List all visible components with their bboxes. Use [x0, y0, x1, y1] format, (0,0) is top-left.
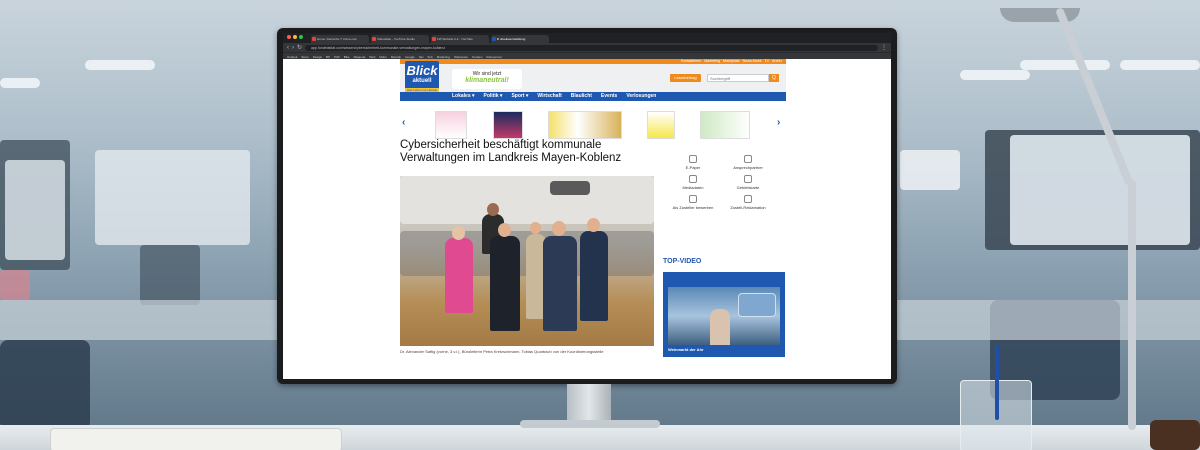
nav-item-politik[interactable]: Politik ▾	[484, 92, 503, 101]
papers	[50, 428, 342, 450]
browser-tab[interactable]: FW Website 0-2 - YouTube	[431, 35, 489, 43]
coffee-cup	[1150, 420, 1200, 450]
map-icon	[744, 175, 752, 183]
sidebar-item-map[interactable]: Gebietskarte	[718, 175, 778, 190]
search-icon[interactable]: Q	[769, 74, 779, 82]
person-icon	[689, 195, 697, 203]
video-caption: Weinmarkt der Ahr	[668, 347, 704, 352]
chevron-left-icon[interactable]: ‹	[402, 117, 405, 128]
browser-tab[interactable]: Videodatei - YouTube Studio	[371, 35, 429, 43]
ad-tile[interactable]	[700, 111, 750, 139]
climate-banner[interactable]: Wir sind jetzt klimaneutral!	[452, 69, 522, 89]
browser-tab-active[interactable]: B urlaubsentwicklung	[491, 35, 549, 43]
photo-caption: Dr. Alexander Saftig (vorne, 3.v.l.), Bü…	[400, 349, 604, 354]
nav-item-events[interactable]: Events	[601, 92, 617, 101]
bookmark-item[interactable]: Web	[369, 55, 375, 59]
ad-tile[interactable]	[493, 111, 523, 139]
browser-tab[interactable]: Home: Deutsche T. Flime.com	[311, 35, 369, 43]
forward-icon[interactable]: ›	[292, 45, 294, 51]
sidebar-item-complaint[interactable]: Zustell-Reklamation	[718, 195, 778, 210]
extensions-icon[interactable]: ⋮	[881, 45, 887, 51]
bookmark-item[interactable]: Marketing	[437, 55, 450, 59]
news-site: Kontaktieren Marketing Marktplatz News-M…	[400, 59, 786, 357]
sidebar-item-contacts[interactable]: Ansprechpartner	[718, 155, 778, 170]
site-logo[interactable]: Blick aktuell Das Leben zur Heimat	[405, 61, 439, 97]
browser-tab-strip: Home: Deutsche T. Flime.com Videodatei -…	[283, 33, 891, 43]
nav-item-blaulicht[interactable]: Blaulicht	[571, 92, 592, 101]
back-icon[interactable]: ‹	[287, 45, 289, 51]
nav-item-wirtschaft[interactable]: Wirtschaft	[537, 92, 561, 101]
article-photo[interactable]	[400, 176, 654, 346]
bookmark-item[interactable]: Ricardo	[391, 55, 401, 59]
browser-window: Home: Deutsche T. Flime.com Videodatei -…	[283, 33, 891, 379]
reload-icon[interactable]: ↻	[297, 45, 302, 51]
nav-item-sport[interactable]: Sport ▾	[511, 92, 528, 101]
ad-tile[interactable]	[548, 111, 622, 139]
newspaper-icon	[689, 155, 697, 163]
article-headline: Cybersicherheit beschäftigt kommunale Ve…	[400, 139, 622, 164]
megaphone-icon	[744, 195, 752, 203]
bookmark-item[interactable]: Net	[419, 55, 424, 59]
bookmark-item[interactable]: Google	[405, 55, 415, 59]
top-video-title: TOP-VIDEO	[663, 258, 702, 265]
bookmark-item[interactable]: Design	[313, 55, 322, 59]
bookmark-item[interactable]: Sicce	[301, 55, 308, 59]
ad-tile[interactable]	[435, 111, 467, 139]
people-icon	[744, 155, 752, 163]
document-icon	[689, 175, 697, 183]
bookmark-item[interactable]: Mobs	[379, 55, 386, 59]
monitor: Home: Deutsche T. Flime.com Videodatei -…	[277, 28, 897, 384]
nav-item-verlosungen[interactable]: Verlosungen	[626, 92, 656, 101]
top-video-player[interactable]: Weinmarkt der Ahr	[663, 272, 785, 357]
bookmark-item[interactable]: Referenzen	[486, 55, 502, 59]
bookmark-item[interactable]: Magenta	[354, 55, 366, 59]
web-page: Kontaktieren Marketing Marktplatz News-M…	[283, 59, 891, 379]
address-bar[interactable]: app.fondetablat.com/wissen/cybersicherhe…	[305, 44, 878, 51]
search-input[interactable]: Suchbegriff	[707, 74, 769, 82]
chevron-right-icon[interactable]: ›	[777, 117, 780, 128]
bookmark-item[interactable]: Bike	[344, 55, 350, 59]
bookmark-item[interactable]: PtW	[334, 55, 340, 59]
ad-tile[interactable]	[647, 111, 675, 139]
sidebar-item-epaper[interactable]: E-Paper	[663, 155, 723, 170]
bookmark-item[interactable]: Kunden	[472, 55, 482, 59]
monitor-foot	[520, 420, 660, 428]
bookmark-item[interactable]: Webseiten	[454, 55, 468, 59]
bookmark-item[interactable]: Outlook	[287, 55, 297, 59]
reader-contribution-button[interactable]: Leserbeitrag	[670, 74, 701, 82]
monitor-stand	[567, 384, 611, 424]
site-header: Blick aktuell Das Leben zur Heimat Wir s…	[400, 61, 786, 97]
ad-carousel: ‹ ›	[400, 101, 786, 143]
sidebar-item-carrier[interactable]: Als Zusteller bewerben	[663, 195, 723, 210]
bookmark-item[interactable]: Sub	[427, 55, 432, 59]
bookmark-item[interactable]: BP	[326, 55, 330, 59]
browser-toolbar: ‹ › ↻ app.fondetablat.com/wissen/cybersi…	[283, 43, 891, 52]
nav-item-lokales[interactable]: Lokales ▾	[452, 92, 475, 101]
sidebar-item-mediadata[interactable]: Mediadaten	[663, 175, 723, 190]
main-nav: Lokales ▾ Politik ▾ Sport ▾ Wirtschaft B…	[400, 92, 786, 101]
